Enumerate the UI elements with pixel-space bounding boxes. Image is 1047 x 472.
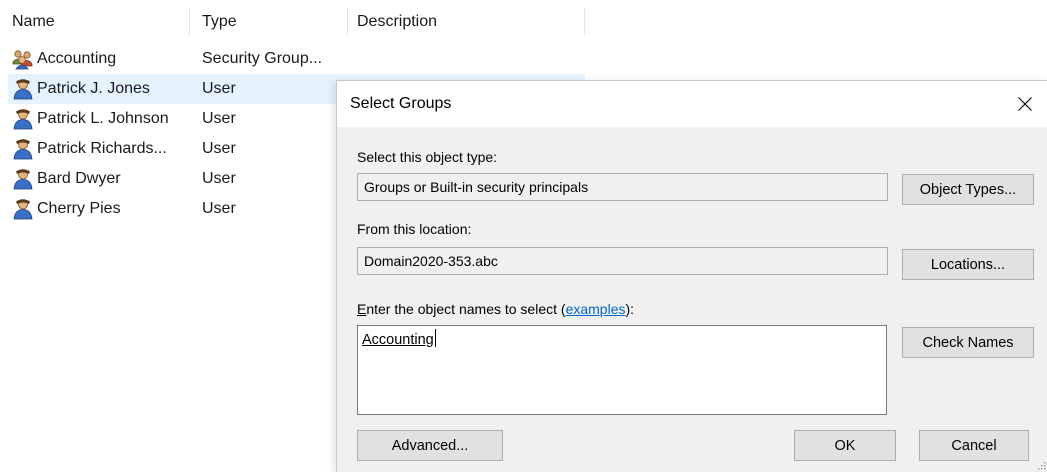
column-header-name[interactable]: Name xyxy=(12,0,55,44)
list-item-name-text: Patrick Richards... xyxy=(37,140,167,157)
object-names-text: Accounting xyxy=(362,332,434,348)
object-names-input[interactable]: Accounting xyxy=(357,325,887,415)
column-header-description-label: Description xyxy=(357,13,438,30)
object-types-button[interactable]: Object Types... xyxy=(902,174,1034,205)
list-item-name-text: Patrick L. Johnson xyxy=(37,110,169,127)
user-icon xyxy=(13,79,33,100)
select-groups-dialog: Select Groups Select this object type: G… xyxy=(336,80,1047,472)
close-icon xyxy=(1018,97,1032,111)
column-divider[interactable] xyxy=(584,8,585,36)
object-names-value: Accounting xyxy=(362,329,436,348)
list-item-type: User xyxy=(202,170,236,187)
list-item-type: User xyxy=(202,110,236,127)
list-item-name: Patrick Richards... xyxy=(12,134,167,164)
object-names-label-text: nter the object names to select ( xyxy=(366,301,566,317)
list-item-name: Accounting xyxy=(12,44,116,74)
cancel-button[interactable]: Cancel xyxy=(919,430,1029,461)
close-button[interactable] xyxy=(1002,81,1047,127)
object-type-label: Select this object type: xyxy=(357,149,498,165)
user-icon xyxy=(13,199,33,220)
dialog-title: Select Groups xyxy=(350,95,452,112)
list-item-type: User xyxy=(202,200,236,217)
object-names-label-end: ): xyxy=(625,301,635,317)
list-item-name-text: Cherry Pies xyxy=(37,200,121,217)
list-item-type: Security Group... xyxy=(202,50,323,67)
user-icon xyxy=(13,169,33,190)
list-item-type: User xyxy=(202,80,236,97)
column-divider[interactable] xyxy=(189,8,190,36)
column-header-type-label: Type xyxy=(202,13,237,30)
column-header-description[interactable]: Description xyxy=(357,0,437,44)
column-header-type[interactable]: Type xyxy=(202,0,237,44)
list-item-name-text: Accounting xyxy=(37,50,117,67)
locations-button[interactable]: Locations... xyxy=(902,249,1034,280)
dialog-titlebar[interactable]: Select Groups xyxy=(337,81,1047,127)
list-item-name: Patrick J. Jones xyxy=(12,74,150,104)
advanced-button[interactable]: Advanced... xyxy=(357,430,503,461)
column-header-name-label: Name xyxy=(12,13,55,30)
list-item[interactable]: Accounting Security Group... xyxy=(0,44,585,74)
user-icon xyxy=(13,109,33,130)
location-field: Domain2020-353.abc xyxy=(357,247,888,275)
location-label: From this location: xyxy=(357,221,472,237)
ok-button[interactable]: OK xyxy=(794,430,896,461)
list-item-name: Cherry Pies xyxy=(12,194,121,224)
column-divider[interactable] xyxy=(347,8,348,36)
examples-link[interactable]: examples xyxy=(566,301,626,317)
list-item-name: Bard Dwyer xyxy=(12,164,121,194)
text-caret xyxy=(434,329,436,347)
object-names-label: Enter the object names to select (exampl… xyxy=(357,301,634,317)
group-icon xyxy=(12,50,33,70)
mnemonic-letter: E xyxy=(357,301,367,317)
list-item-name: Patrick L. Johnson xyxy=(12,104,169,134)
object-type-field: Groups or Built-in security principals xyxy=(357,173,888,201)
resize-grip-icon[interactable] xyxy=(1036,460,1046,470)
check-names-button[interactable]: Check Names xyxy=(902,327,1034,358)
list-item-name-text: Patrick J. Jones xyxy=(37,80,150,97)
list-item-type: User xyxy=(202,140,236,157)
list-item-name-text: Bard Dwyer xyxy=(37,170,121,187)
user-icon xyxy=(13,139,33,160)
